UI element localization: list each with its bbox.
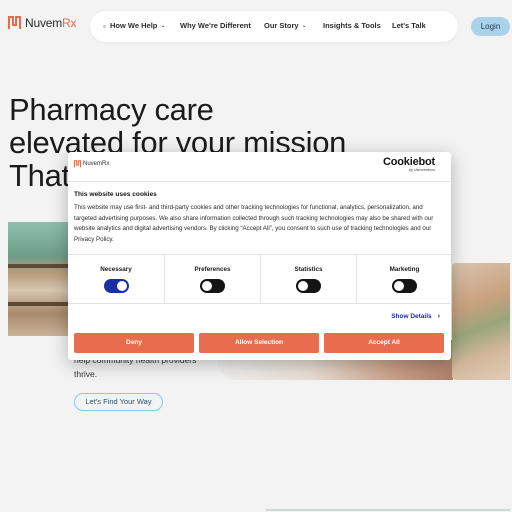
accept-all-button[interactable]: Accept All — [324, 333, 444, 353]
category-marketing: Marketing — [356, 255, 452, 303]
chevron-right-icon: › — [437, 313, 440, 320]
brand-name: NuvemRx — [25, 16, 77, 30]
nuvemrx-logo-mark-icon — [74, 160, 81, 168]
cookie-dialog-logo-text: NuvemRx — [83, 161, 110, 167]
cookiebot-name: Cookiebot — [383, 156, 435, 168]
show-details-label: Show Details — [391, 313, 432, 320]
main-nav: How We Help ⌄ Why We're Different Our Sto… — [90, 11, 458, 42]
category-necessary: Necessary — [68, 255, 164, 303]
cookie-consent-dialog: NuvemRx Cookiebot by Usercentrics This w… — [68, 152, 451, 360]
pharmacy-shelves-photo — [8, 222, 68, 336]
nuvemrx-logo-mark-icon — [8, 16, 21, 29]
cookie-dialog-title: This website uses cookies — [74, 191, 157, 198]
category-label: Necessary — [100, 266, 132, 273]
brand-logo[interactable]: NuvemRx — [8, 16, 77, 30]
show-details-link[interactable]: Show Details › — [391, 313, 440, 320]
category-label: Statistics — [294, 266, 323, 273]
preferences-toggle[interactable] — [200, 279, 225, 293]
statistics-toggle[interactable] — [296, 279, 321, 293]
nav-item-insights-tools[interactable]: Insights & Tools — [323, 21, 381, 30]
chevron-down-icon: ⌄ — [160, 23, 166, 29]
pharmacy-interior-photo — [452, 263, 510, 380]
cookie-category-toggles: Necessary Preferences Statistics Marketi… — [68, 255, 451, 303]
find-your-way-button[interactable]: Let's Find Your Way — [74, 393, 163, 411]
section-divider — [266, 509, 510, 511]
nav-item-why-different[interactable]: Why We're Different — [180, 21, 251, 30]
category-label: Marketing — [389, 266, 420, 273]
category-label: Preferences — [194, 266, 231, 273]
cookie-dialog-text: This website may use first- and third-pa… — [74, 204, 434, 243]
login-button[interactable]: Login — [471, 17, 510, 36]
necessary-toggle[interactable] — [103, 279, 129, 293]
cookiebot-logo[interactable]: Cookiebot by Usercentrics — [383, 157, 435, 173]
marketing-toggle[interactable] — [392, 279, 417, 293]
cookie-dialog-logo: NuvemRx — [74, 160, 109, 168]
nav-dot-icon — [103, 25, 106, 28]
nav-item-how-we-help[interactable]: How We Help ⌄ — [110, 21, 165, 30]
allow-selection-button[interactable]: Allow Selection — [199, 333, 319, 353]
nav-item-lets-talk[interactable]: Let's Talk — [392, 21, 426, 30]
chevron-down-icon: ⌄ — [301, 23, 307, 29]
dialog-divider — [68, 303, 451, 304]
deny-button[interactable]: Deny — [74, 333, 194, 353]
category-preferences: Preferences — [164, 255, 260, 303]
cookiebot-sub: by Usercentrics — [408, 168, 435, 172]
nav-item-our-story[interactable]: Our Story ⌄ — [264, 21, 307, 30]
hero-title-line-3: That — [9, 158, 70, 193]
hero-title-line-1: Pharmacy care — [9, 92, 214, 127]
dialog-divider — [68, 181, 451, 182]
category-statistics: Statistics — [260, 255, 356, 303]
